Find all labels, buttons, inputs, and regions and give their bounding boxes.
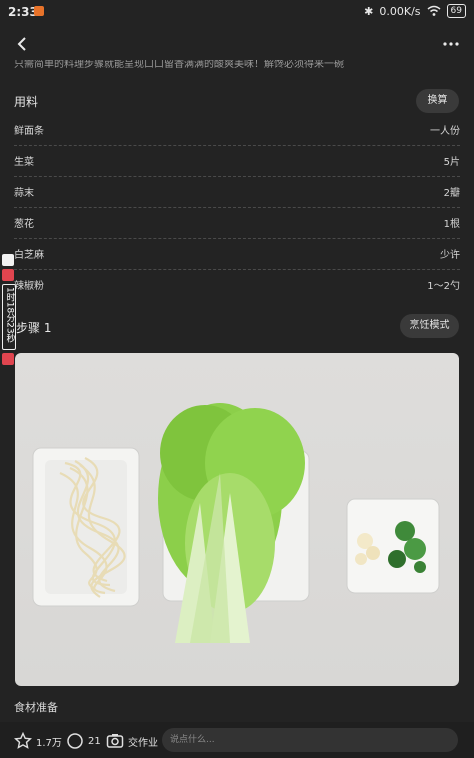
back-icon[interactable] [14,36,30,52]
bluetooth-icon: ✱ [364,4,374,18]
convert-button[interactable]: 换算 [416,89,459,113]
ingredient-row: 鲜面条 一人份 [14,114,460,146]
like-button[interactable]: 1.7万 [14,732,62,750]
step-photo[interactable] [15,353,459,686]
more-icon[interactable] [442,36,460,52]
ingredient-row: 生菜 5片 [14,145,460,177]
ingredient-qty: 2瓣 [443,188,460,199]
recipe-intro-text: 只需简单的料理步骤就能呈现口口留香满满的酸爽美味！解馋必须得来一碗 [14,60,344,70]
ingredient-row: 辣椒粉 1～2勺 [14,269,460,300]
ingredients-photo [32,403,440,643]
like-count: 1.7万 [36,737,62,749]
comment-button[interactable]: 21 [66,732,101,750]
star-icon [14,732,32,749]
net-speed: 0.00K/s [379,4,421,18]
notification-icon [34,6,44,16]
ingredient-qty: 少许 [440,250,460,261]
ingredient-row: 白芝麻 少许 [14,238,460,270]
ingredient-row: 葱花 1根 [14,207,460,239]
floating-timer[interactable]: 1时18分23秒 [2,254,16,368]
ingredient-name: 鲜面条 [14,126,44,137]
top-nav [0,30,474,60]
status-indicators: ✱ 0.00K/s 69 [364,4,466,18]
ingredient-qty: 1～2勺 [427,281,460,292]
grid-icon[interactable] [2,254,14,266]
timer-app-icon [2,269,14,281]
status-bar: 2:33 ✱ 0.00K/s 69 [0,0,474,24]
homework-button[interactable]: 交作业 [106,732,158,750]
stop-icon[interactable] [2,352,14,365]
comment-input[interactable]: 说点什么... [162,728,458,752]
battery-indicator: 69 [446,4,466,18]
step-caption: 食材准备 [14,701,58,714]
wifi-icon [427,5,441,16]
step-title: 步骤 1 [16,321,52,335]
homework-label: 交作业 [128,737,158,749]
ingredient-qty: 5片 [443,157,460,168]
cook-mode-button[interactable]: 烹饪模式 [400,314,459,338]
comment-icon [67,733,83,749]
bottom-action-bar: 1.7万 21 交作业 说点什么... [0,722,474,758]
ingredient-qty: 1根 [443,219,460,230]
ingredient-name: 生菜 [14,157,34,168]
ingredients-title: 用料 [14,95,39,109]
comment-count: 21 [88,735,101,747]
ingredient-row: 蒜末 2瓣 [14,176,460,208]
ingredient-name: 蒜末 [14,188,34,199]
ingredient-name: 葱花 [14,219,34,230]
camera-icon [106,734,124,748]
ingredient-name: 白芝麻 [14,250,44,261]
ingredient-qty: 一人份 [430,126,460,137]
timer-text: 1时18分23秒 [2,284,16,350]
ingredient-name: 辣椒粉 [14,281,44,292]
